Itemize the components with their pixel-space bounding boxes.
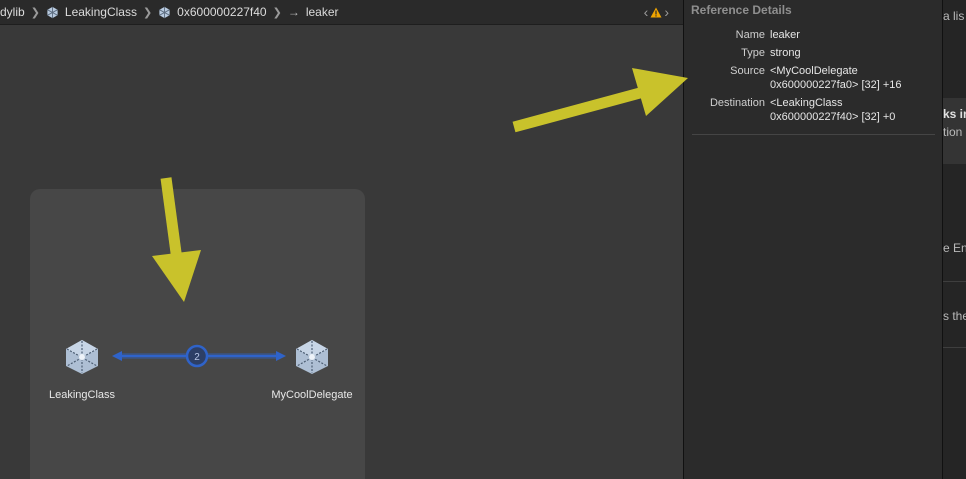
graph-node-mycooldelegate[interactable] — [295, 339, 329, 375]
chevron-right-icon: ❯ — [30, 6, 40, 19]
graph-node-leakingclass[interactable] — [65, 339, 99, 375]
edge-arrowhead-right — [276, 351, 286, 361]
divider — [943, 281, 966, 282]
warning-icon[interactable] — [650, 7, 662, 18]
quick-help-panel: a lis ks in tion e En s the — [942, 0, 966, 479]
object-icon — [47, 6, 58, 18]
chevron-right-icon[interactable]: › — [664, 5, 669, 19]
inspector-title: Reference Details — [691, 3, 792, 17]
arrow-right-icon: → — [287, 5, 300, 19]
node-label: LeakingClass — [48, 389, 116, 401]
detail-key: Destination — [709, 97, 765, 109]
panel-text: e En — [943, 241, 966, 255]
edge-count-text: 2 — [194, 352, 200, 363]
node-label: MyCoolDelegate — [271, 389, 353, 401]
panel-heading-text: ks in — [943, 107, 966, 121]
breadcrumb-item-reference[interactable]: → leaker — [288, 5, 339, 19]
object-icon — [66, 340, 98, 374]
detail-row-source: Source <MyCoolDelegate 0x600000227fa0> [… — [684, 64, 943, 92]
reference-edge[interactable]: 2 — [112, 344, 286, 368]
detail-value: <MyCoolDelegate — [770, 65, 858, 77]
panel-text: tion — [943, 125, 963, 139]
breadcrumb-label: leaker — [305, 5, 339, 19]
issue-navigator: ‹ › — [644, 5, 669, 19]
chevron-left-icon[interactable]: ‹ — [644, 5, 649, 19]
breadcrumb-item-class[interactable]: LeakingClass — [46, 5, 137, 19]
chevron-right-icon: ❯ — [272, 6, 282, 19]
panel-text: a lis — [943, 9, 965, 23]
detail-key: Name — [735, 29, 765, 41]
breadcrumb-label: dylib — [0, 5, 25, 19]
breadcrumb: dylib ❯ LeakingClass ❯ 0x600000227f40 ❯ — [0, 0, 683, 25]
breadcrumb-item-instance[interactable]: 0x600000227f40 — [158, 5, 267, 19]
detail-key: Source — [730, 65, 765, 77]
breadcrumb-label: 0x600000227f40 — [177, 5, 267, 19]
breadcrumb-label: LeakingClass — [64, 5, 137, 19]
graph-cluster: 2 LeakingClass MyCoolDelegate — [30, 189, 365, 479]
detail-row-name: Name leaker — [684, 28, 943, 42]
detail-key: Type — [741, 47, 765, 59]
reference-details-inspector: Reference Details Name leaker Type stron… — [683, 0, 942, 479]
panel-text: s the — [943, 309, 966, 323]
memory-graph-canvas[interactable]: dylib ❯ LeakingClass ❯ 0x600000227f40 ❯ — [0, 0, 683, 479]
detail-value: 0x600000227f40> [32] +0 — [770, 111, 896, 123]
object-icon — [159, 6, 171, 18]
divider — [692, 134, 935, 135]
detail-row-type: Type strong — [684, 46, 943, 60]
detail-row-destination: Destination <LeakingClass 0x600000227f40… — [684, 96, 943, 124]
detail-value: 0x600000227fa0> [32] +16 — [770, 79, 902, 91]
reference-edge-layer: 2 — [112, 344, 286, 368]
divider — [943, 347, 966, 348]
breadcrumb-item-library[interactable]: dylib — [0, 5, 25, 19]
detail-value: strong — [770, 47, 801, 59]
object-icon — [296, 340, 328, 374]
chevron-right-icon: ❯ — [142, 6, 153, 19]
detail-value: <LeakingClass — [770, 97, 843, 109]
detail-value: leaker — [770, 29, 800, 41]
edge-arrowhead-left — [112, 351, 122, 361]
